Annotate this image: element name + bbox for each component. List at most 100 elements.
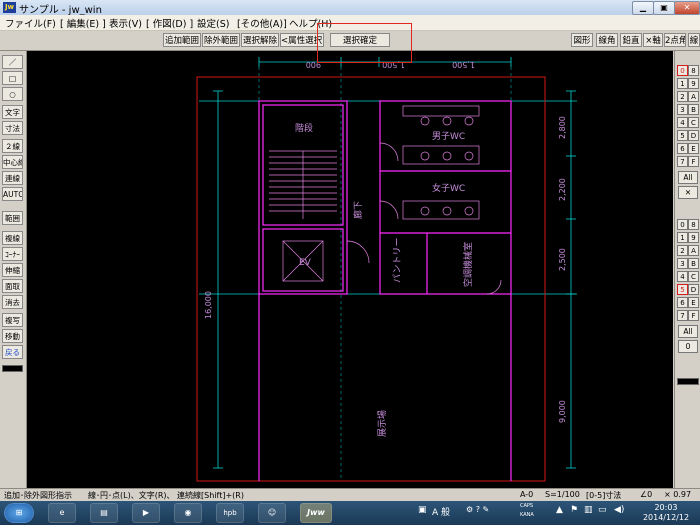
taskbar-explorer[interactable]: ▤ bbox=[90, 503, 118, 523]
tool-chamfer[interactable]: 面取 bbox=[2, 279, 23, 293]
layer-d[interactable]: D bbox=[688, 130, 699, 141]
group-4[interactable]: 4 bbox=[677, 271, 688, 282]
status-factor[interactable]: × 0.97 bbox=[664, 490, 691, 499]
tool-double-line[interactable]: ２線 bbox=[2, 139, 23, 153]
group-8[interactable]: 8 bbox=[688, 219, 699, 230]
taskbar-media[interactable]: ▶ bbox=[132, 503, 160, 523]
color-indicator[interactable] bbox=[677, 378, 699, 385]
layer-1[interactable]: 1 bbox=[677, 78, 688, 89]
title-bar[interactable]: Jw サンプル - jw_win ▁ ▣ ✕ bbox=[0, 0, 700, 16]
tool-rectangle[interactable]: □ bbox=[2, 71, 23, 85]
tool-range[interactable]: 範囲 bbox=[2, 211, 23, 225]
line-type-indicator[interactable] bbox=[2, 365, 23, 372]
layer-2[interactable]: 2 bbox=[677, 91, 688, 102]
volume-icon[interactable]: ◀) bbox=[614, 505, 624, 515]
layer-all-button[interactable]: All bbox=[678, 171, 698, 184]
tool-trim[interactable]: 伸縮 bbox=[2, 263, 23, 277]
tool-text[interactable]: 文字 bbox=[2, 105, 23, 119]
group-b[interactable]: B bbox=[688, 258, 699, 269]
dim-right-4: 9,000 bbox=[558, 400, 567, 423]
layer-8[interactable]: 8 bbox=[688, 65, 699, 76]
menu-edit[interactable]: [ 編集(E) ] bbox=[60, 16, 106, 30]
group-all-button[interactable]: All bbox=[678, 325, 698, 338]
add-range-button[interactable]: 追加範囲 bbox=[163, 33, 201, 47]
minimize-button[interactable]: ▁ bbox=[632, 1, 654, 15]
tool-connect-line[interactable]: 連線 bbox=[2, 171, 23, 185]
status-dim-mode[interactable]: [0-5]寸法 bbox=[586, 490, 621, 501]
tool-auto[interactable]: AUTO bbox=[2, 187, 23, 201]
clear-selection-button[interactable]: 選択解除 bbox=[241, 33, 279, 47]
tool-center-line[interactable]: 中心線 bbox=[2, 155, 23, 169]
exclude-range-button[interactable]: 除外範囲 bbox=[202, 33, 240, 47]
layer-3[interactable]: 3 bbox=[677, 104, 688, 115]
tool-undo[interactable]: 戻る bbox=[2, 345, 23, 359]
group-f[interactable]: F bbox=[688, 310, 699, 321]
ie-icon: e bbox=[59, 508, 65, 517]
taskbar-hpb[interactable]: hpb bbox=[216, 503, 244, 523]
two-point-angle-button[interactable]: 2点角 bbox=[664, 33, 686, 47]
taskbar-chrome[interactable]: ◉ bbox=[174, 503, 202, 523]
group-c[interactable]: C bbox=[688, 271, 699, 282]
layer-0[interactable]: 0 bbox=[677, 65, 688, 76]
tool-erase[interactable]: 消去 bbox=[2, 295, 23, 309]
layer-b[interactable]: B bbox=[688, 104, 699, 115]
display-icon[interactable]: ▭ bbox=[598, 505, 607, 515]
layer-c[interactable]: C bbox=[688, 117, 699, 128]
ime-icons[interactable]: ⚙ ? ✎ bbox=[466, 505, 489, 514]
layer-5[interactable]: 5 bbox=[677, 130, 688, 141]
line-angle-button[interactable]: 線角 bbox=[596, 33, 618, 47]
x-axis-button[interactable]: ×軸 bbox=[643, 33, 663, 47]
status-layer[interactable]: A-0 bbox=[520, 490, 533, 499]
flag-icon[interactable]: ⚑ bbox=[570, 505, 578, 515]
group-zero-button[interactable]: 0 bbox=[678, 340, 698, 353]
menu-file[interactable]: ファイル(F) bbox=[5, 16, 56, 30]
taskbar-clock[interactable]: 20:03 2014/12/12 bbox=[636, 503, 696, 523]
menu-draw[interactable]: [ 作図(D) ] bbox=[146, 16, 193, 30]
group-d[interactable]: D bbox=[688, 284, 699, 295]
tool-copy[interactable]: 複写 bbox=[2, 313, 23, 327]
tool-move[interactable]: 移動 bbox=[2, 329, 23, 343]
layer-7[interactable]: 7 bbox=[677, 156, 688, 167]
taskbar-game[interactable]: ☺ bbox=[258, 503, 286, 523]
menu-settings[interactable]: 設定(S) bbox=[197, 16, 229, 30]
group-5[interactable]: 5 bbox=[677, 284, 688, 295]
network-icon[interactable]: ▥ bbox=[584, 505, 593, 515]
drawing-canvas[interactable]: 900 1,500 1,500 16,000 2,800 2,200 2,500… bbox=[27, 51, 673, 488]
tool-circle[interactable]: ○ bbox=[2, 87, 23, 101]
group-1[interactable]: 1 bbox=[677, 232, 688, 243]
layer-a[interactable]: A bbox=[688, 91, 699, 102]
taskbar-ie[interactable]: e bbox=[48, 503, 76, 523]
group-3[interactable]: 3 bbox=[677, 258, 688, 269]
line-button[interactable]: 線 bbox=[688, 33, 700, 47]
close-button[interactable]: ✕ bbox=[674, 1, 700, 15]
shape-button[interactable]: 図形 bbox=[571, 33, 593, 47]
layer-f[interactable]: F bbox=[688, 156, 699, 167]
group-e[interactable]: E bbox=[688, 297, 699, 308]
group-a[interactable]: A bbox=[688, 245, 699, 256]
start-button[interactable]: ⊞ bbox=[4, 503, 34, 523]
ime-tool-icon[interactable]: ▣ bbox=[418, 505, 427, 515]
group-2[interactable]: 2 bbox=[677, 245, 688, 256]
tool-dimension[interactable]: 寸法 bbox=[2, 121, 23, 135]
layer-4[interactable]: 4 bbox=[677, 117, 688, 128]
tray-arrow-icon[interactable]: ▲ bbox=[556, 505, 563, 515]
layer-toggle-button[interactable]: ✕ bbox=[678, 186, 698, 199]
layer-6[interactable]: 6 bbox=[677, 143, 688, 154]
menu-view[interactable]: 表示(V) bbox=[109, 16, 142, 30]
status-scale[interactable]: S=1/100 bbox=[545, 490, 580, 499]
group-7[interactable]: 7 bbox=[677, 310, 688, 321]
ime-mode[interactable]: A 般 bbox=[432, 505, 450, 518]
maximize-button[interactable]: ▣ bbox=[653, 1, 675, 15]
group-6[interactable]: 6 bbox=[677, 297, 688, 308]
vertical-button[interactable]: 鉛直 bbox=[620, 33, 642, 47]
status-angle[interactable]: ∠0 bbox=[640, 490, 652, 499]
group-9[interactable]: 9 bbox=[688, 232, 699, 243]
group-0[interactable]: 0 bbox=[677, 219, 688, 230]
taskbar-jww[interactable]: Jww bbox=[300, 503, 332, 523]
tool-line[interactable]: ／ bbox=[2, 55, 23, 69]
tool-offset[interactable]: 複線 bbox=[2, 231, 23, 245]
menu-other[interactable]: [その他(A)] bbox=[237, 16, 287, 30]
layer-9[interactable]: 9 bbox=[688, 78, 699, 89]
layer-e[interactable]: E bbox=[688, 143, 699, 154]
tool-corner[interactable]: ｺｰﾅｰ bbox=[2, 247, 23, 261]
